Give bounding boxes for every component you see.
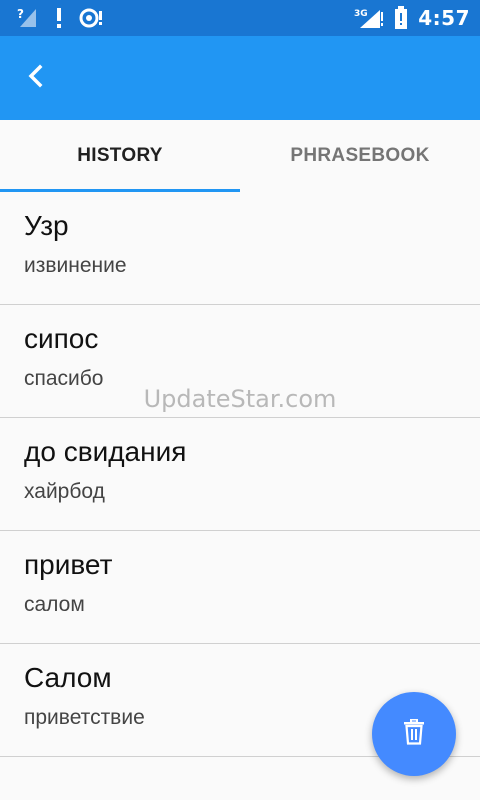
tab-phrasebook-label: PHRASEBOOK (290, 145, 430, 166)
signal-3g-icon: 3G (354, 6, 384, 30)
item-title: Салом (24, 662, 112, 693)
tab-history[interactable]: HISTORY (0, 120, 240, 192)
status-time: 4:57 (418, 6, 470, 30)
item-title: Узр (24, 210, 69, 241)
item-subtitle: извинение (24, 254, 127, 277)
tab-history-label: HISTORY (77, 145, 163, 166)
item-subtitle: спасибо (24, 367, 104, 390)
battery-alert-icon (394, 6, 408, 30)
delete-history-button[interactable] (372, 692, 456, 776)
item-title: до свидания (24, 436, 187, 467)
list-item[interactable]: до свидания хайрбод (0, 418, 480, 531)
item-subtitle: хайрбод (24, 480, 105, 503)
app-bar (0, 36, 480, 120)
item-subtitle: салом (24, 593, 85, 616)
list-item[interactable]: привет салом (0, 531, 480, 644)
alert-icon (54, 7, 64, 29)
status-left-icons: ? (16, 7, 104, 29)
svg-text:?: ? (17, 7, 24, 21)
network-type-label: 3G (354, 9, 368, 19)
item-subtitle: приветствие (24, 706, 145, 729)
tab-phrasebook[interactable]: PHRASEBOOK (240, 120, 480, 192)
back-button[interactable] (14, 56, 58, 100)
status-bar: ? 3G 4:57 (0, 0, 480, 36)
status-right-icons: 3G 4:57 (354, 6, 470, 30)
notification-icon (78, 7, 104, 29)
trash-icon (403, 718, 425, 749)
item-title: привет (24, 549, 113, 580)
list-item[interactable]: сипос спасибо (0, 305, 480, 418)
chevron-left-icon (26, 64, 46, 92)
tab-bar: HISTORY PHRASEBOOK (0, 120, 480, 192)
history-list: Узр извинение сипос спасибо до свидания … (0, 192, 480, 757)
list-item[interactable]: Узр извинение (0, 192, 480, 305)
item-title: сипос (24, 323, 99, 354)
signal-unknown-icon: ? (16, 7, 40, 29)
